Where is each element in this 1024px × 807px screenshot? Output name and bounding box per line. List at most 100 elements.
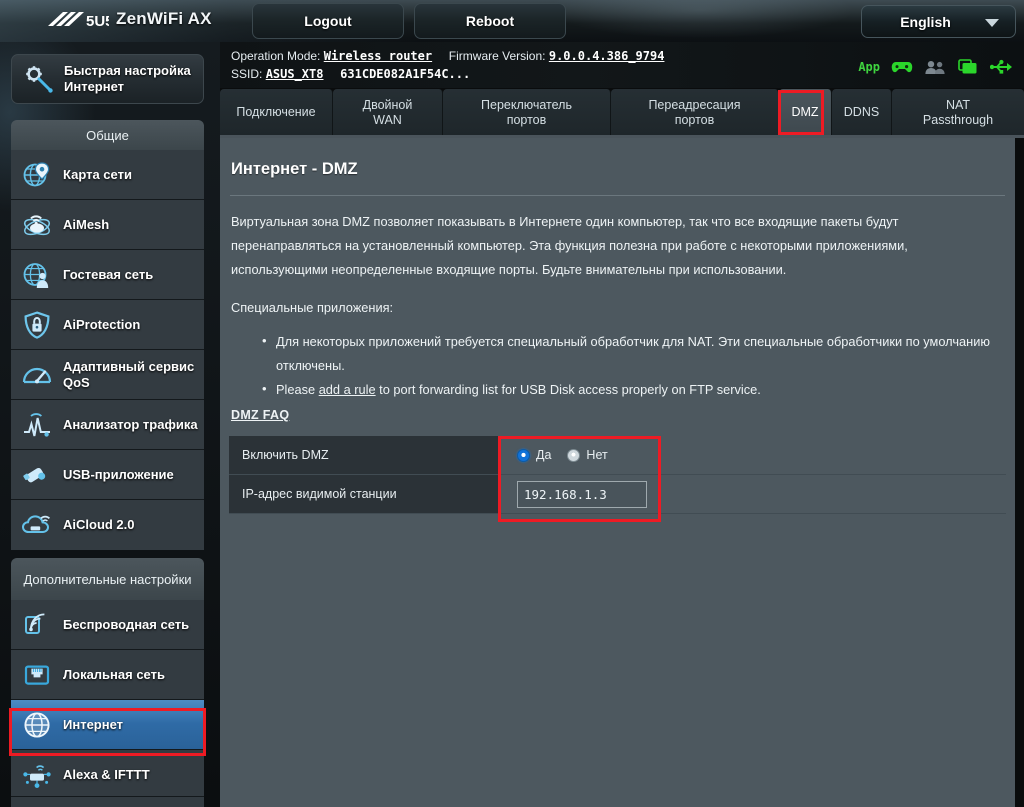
sidebar-item-label: Адаптивный сервис QoS: [63, 358, 195, 390]
sidebar-item-label: Гостевая сеть: [63, 266, 154, 282]
left-sidebar: Быстрая настройка Интернет Общие Карта с…: [0, 42, 220, 807]
tab-dmz[interactable]: DMZ: [779, 89, 832, 136]
ssid-label: SSID:: [231, 67, 263, 81]
sidebar-item-guest-network[interactable]: Гостевая сеть: [11, 250, 204, 300]
traffic-analyzer-icon: [11, 412, 63, 438]
sidebar-item-aicloud[interactable]: AiCloud 2.0: [11, 500, 204, 550]
ssid-value[interactable]: ASUS_XT8: [266, 67, 324, 81]
sidebar-item-partial[interactable]: [11, 796, 204, 807]
tab-port-trigger[interactable]: Переключатель портов: [443, 89, 611, 136]
firmware-value[interactable]: 9.0.0.4.386_9794: [549, 49, 665, 63]
sidebar-item-label: USB-приложение: [63, 466, 174, 482]
sidebar-group-advanced: Дополнительные настройки Беспроводная се…: [11, 558, 204, 800]
operation-mode-label: Operation Mode:: [231, 49, 321, 63]
quick-setup-icon: [12, 65, 64, 93]
enable-dmz-value-cell: Да Нет: [501, 436, 1006, 474]
operation-mode-value[interactable]: Wireless router: [324, 49, 432, 63]
radio-option-yes[interactable]: Да: [517, 448, 551, 462]
sidebar-quick-internet-setup[interactable]: Быстрая настройка Интернет: [11, 54, 204, 104]
exposed-station-ip-input[interactable]: [517, 480, 647, 508]
table-row: IP-адрес видимой станции: [229, 475, 1006, 514]
guest-network-icon: [11, 261, 63, 289]
radio-option-no[interactable]: Нет: [567, 448, 608, 462]
sidebar-item-label: Alexa & IFTTT: [63, 767, 150, 782]
app-label[interactable]: App: [858, 60, 880, 74]
sidebar-item-adaptive-qos[interactable]: Адаптивный сервис QoS: [11, 350, 204, 400]
usb-icon[interactable]: [990, 58, 1012, 76]
main-content-panel: Интернет - DMZ Виртуальная зона DMZ позв…: [220, 138, 1015, 807]
ssid-extra: 631CDE082A1F54C...: [340, 67, 471, 81]
ssid-line: SSID: ASUS_XT8 631CDE082A1F54C...: [231, 67, 470, 81]
radio-yes-icon[interactable]: [517, 448, 530, 462]
top-header-bar: 5U5 ZenWiFi AX Logout Reboot English: [0, 0, 1024, 42]
sidebar-quick-setup-label: Быстрая настройка Интернет: [64, 63, 191, 94]
sidebar-item-lan[interactable]: Локальная сеть: [11, 650, 204, 700]
reboot-button[interactable]: Reboot: [414, 3, 566, 39]
tab-nat-passthrough[interactable]: NAT Passthrough: [892, 89, 1024, 136]
network-map-icon: [11, 161, 63, 189]
wireless-icon: [11, 612, 63, 638]
enable-dmz-radio-group: Да Нет: [517, 448, 608, 462]
radio-yes-label: Да: [536, 448, 552, 462]
sidebar-item-traffic-analyzer[interactable]: Анализатор трафика: [11, 400, 204, 450]
language-selector[interactable]: English: [861, 5, 1016, 38]
screen-icon[interactable]: [957, 58, 979, 76]
sidebar-item-label: AiMesh: [63, 216, 110, 232]
sidebar-group-general: Общие Карта сети AiMesh Гостевая сеть Ai…: [11, 120, 204, 550]
table-row: Включить DMZ Да Нет: [229, 436, 1006, 475]
product-name: ZenWiFi AX: [116, 9, 212, 28]
sidebar-item-label: Интернет: [63, 716, 124, 732]
exposed-station-ip-cell: [501, 475, 1006, 513]
tab-ddns[interactable]: DDNS: [832, 89, 892, 136]
list-item: Для некоторых приложений требуется специ…: [262, 329, 1002, 378]
operation-mode-line: Operation Mode: Wireless router Firmware…: [231, 49, 664, 63]
dmz-faq-link[interactable]: DMZ FAQ: [231, 408, 289, 422]
logout-button[interactable]: Logout: [252, 3, 404, 39]
cloud-icon: [11, 512, 63, 538]
users-icon[interactable]: [924, 58, 946, 76]
sidebar-item-label: Карта сети: [63, 166, 132, 182]
shield-lock-icon: [11, 310, 63, 339]
globe-icon: [11, 711, 63, 739]
sidebar-item-aimesh[interactable]: AiMesh: [11, 200, 204, 250]
language-selector-label: English: [900, 13, 951, 30]
sidebar-item-network-map[interactable]: Карта сети: [11, 150, 204, 200]
tab-dual-wan[interactable]: Двойной WAN: [333, 89, 443, 136]
add-a-rule-link[interactable]: add a rule: [319, 382, 376, 397]
sidebar-group-general-title: Общие: [11, 120, 204, 150]
router-admin-page: 5U5 ZenWiFi AX Logout Reboot English Ope…: [0, 0, 1024, 807]
alexa-ifttt-icon: [11, 761, 63, 789]
lan-port-icon: [11, 662, 63, 688]
firmware-label: Firmware Version:: [448, 49, 546, 63]
usb-app-icon: [11, 462, 63, 488]
radio-no-label: Нет: [586, 448, 608, 462]
sidebar-item-alexa-ifttt[interactable]: Alexa & IFTTT: [11, 750, 204, 800]
list-item: Please add a rule to port forwarding lis…: [262, 377, 1002, 402]
chevron-down-icon: [985, 19, 999, 27]
sidebar-item-usb-application[interactable]: USB-приложение: [11, 450, 204, 500]
wan-tab-bar: Подключение Двойной WAN Переключатель по…: [220, 89, 1024, 136]
sidebar-item-internet[interactable]: Интернет: [11, 700, 204, 750]
sidebar-item-label: AiCloud 2.0: [63, 517, 135, 532]
sidebar-item-label: Беспроводная сеть: [63, 616, 190, 632]
dmz-description: Виртуальная зона DMZ позволяет показыват…: [231, 214, 908, 277]
quick-icon-row: App: [858, 58, 1012, 76]
svg-text:5U5: 5U5: [86, 13, 109, 30]
page-title: Интернет - DMZ: [231, 160, 358, 178]
sidebar-group-advanced-title: Дополнительные настройки: [11, 558, 204, 600]
tab-connection[interactable]: Подключение: [220, 89, 333, 136]
special-apps-list: Для некоторых приложений требуется специ…: [262, 329, 1002, 402]
title-divider: [230, 195, 1005, 196]
radio-no-icon[interactable]: [567, 448, 581, 462]
sidebar-item-aiprotection[interactable]: AiProtection: [11, 300, 204, 350]
sidebar-item-label: Анализатор трафика: [63, 416, 198, 432]
qos-gauge-icon: [11, 362, 63, 388]
sidebar-item-label: AiProtection: [63, 316, 141, 332]
aimesh-icon: [11, 211, 63, 239]
gamepad-icon[interactable]: [891, 58, 913, 76]
exposed-station-ip-label: IP-адрес видимой станции: [229, 475, 501, 513]
tab-port-forwarding[interactable]: Переадресация портов: [611, 89, 779, 136]
dmz-settings-table: Включить DMZ Да Нет IP-адрес видимой ста…: [229, 436, 1006, 514]
sidebar-item-wireless[interactable]: Беспроводная сеть: [11, 600, 204, 650]
sidebar-item-label: Локальная сеть: [63, 666, 165, 682]
